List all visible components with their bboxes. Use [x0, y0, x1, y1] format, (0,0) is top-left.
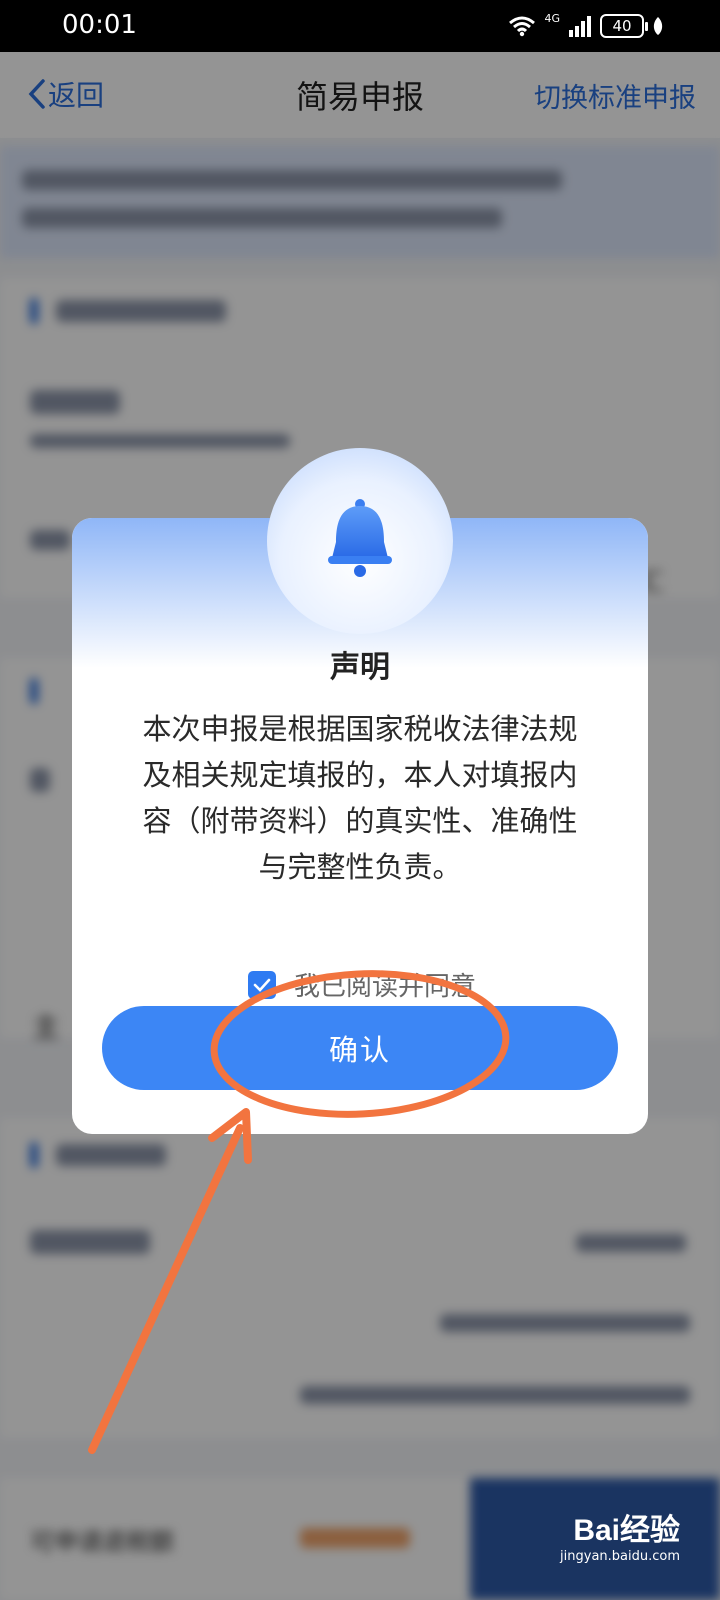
baidu-jingyan-watermark: Bai经验 jingyan.baidu.com	[560, 1505, 680, 1564]
body-line: 与完整性负责。	[258, 850, 462, 884]
signal-icon	[569, 16, 591, 37]
wifi-icon	[509, 16, 536, 37]
bell-badge	[267, 448, 453, 634]
agree-row[interactable]: 我已阅读并同意	[248, 966, 476, 1003]
declaration-dialog: 声明 本次申报是根据国家税收法律法规 及相关规定填报的，本人对填报内 容（附带资…	[72, 448, 648, 1134]
battery-icon: 40	[600, 14, 648, 38]
status-bar: 00:01 4G 40	[0, 0, 720, 52]
status-time: 00:01	[62, 10, 137, 40]
dialog-title: 声明	[330, 650, 390, 685]
leaf-icon	[653, 17, 663, 35]
watermark-logo: Bai经验	[573, 1514, 680, 1547]
body-line: 容（附带资料）的真实性、准确性	[142, 804, 578, 838]
agree-label: 我已阅读并同意	[294, 972, 477, 1002]
body-line: 及相关规定填报的，本人对填报内	[142, 758, 578, 792]
confirm-button[interactable]: 确认	[102, 1006, 618, 1090]
bell-icon	[328, 499, 392, 577]
dialog-body: 本次申报是根据国家税收法律法规 及相关规定填报的，本人对填报内 容（附带资料）的…	[116, 706, 604, 890]
agree-checkbox[interactable]	[248, 970, 276, 999]
status-icons: 4G 40	[508, 12, 664, 40]
check-icon	[253, 978, 271, 992]
body-line: 本次申报是根据国家税收法律法规	[142, 712, 578, 746]
watermark-url: jingyan.baidu.com	[560, 1549, 680, 1564]
network-type-label: 4G	[544, 11, 560, 25]
battery-level: 40	[612, 17, 632, 35]
